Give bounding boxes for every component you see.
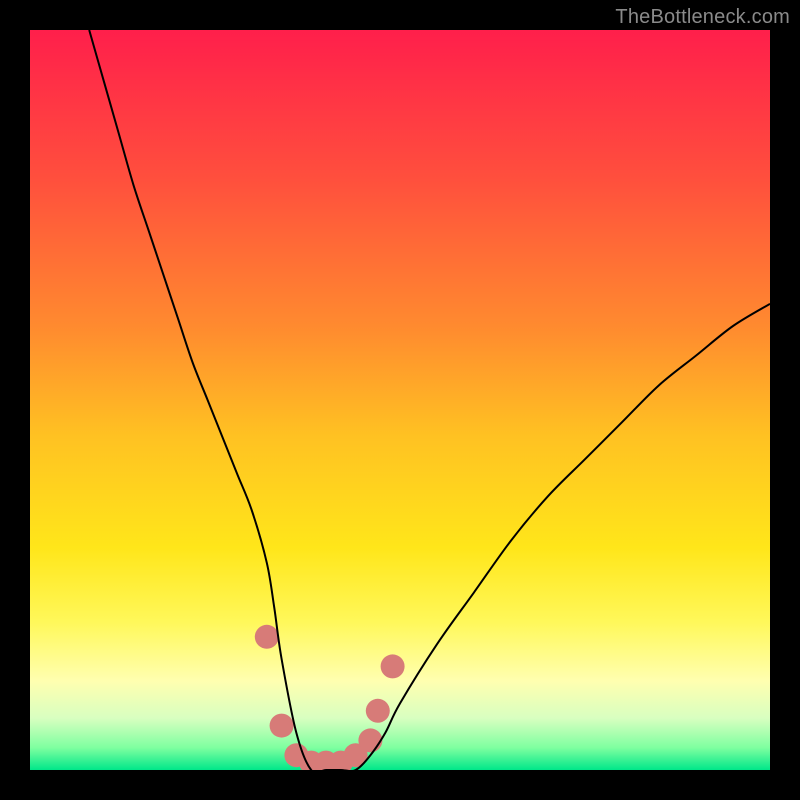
highlight-dot: [381, 654, 405, 678]
bottleneck-curve: [89, 30, 770, 770]
curve-layer: [30, 30, 770, 770]
watermark-text: TheBottleneck.com: [615, 6, 790, 29]
highlight-dot: [270, 714, 294, 738]
highlight-dot: [366, 699, 390, 723]
plot-area: [30, 30, 770, 770]
chart-frame: TheBottleneck.com: [0, 0, 800, 800]
highlight-dot: [358, 728, 382, 752]
highlight-dot: [255, 625, 279, 649]
highlight-dots: [255, 625, 405, 770]
